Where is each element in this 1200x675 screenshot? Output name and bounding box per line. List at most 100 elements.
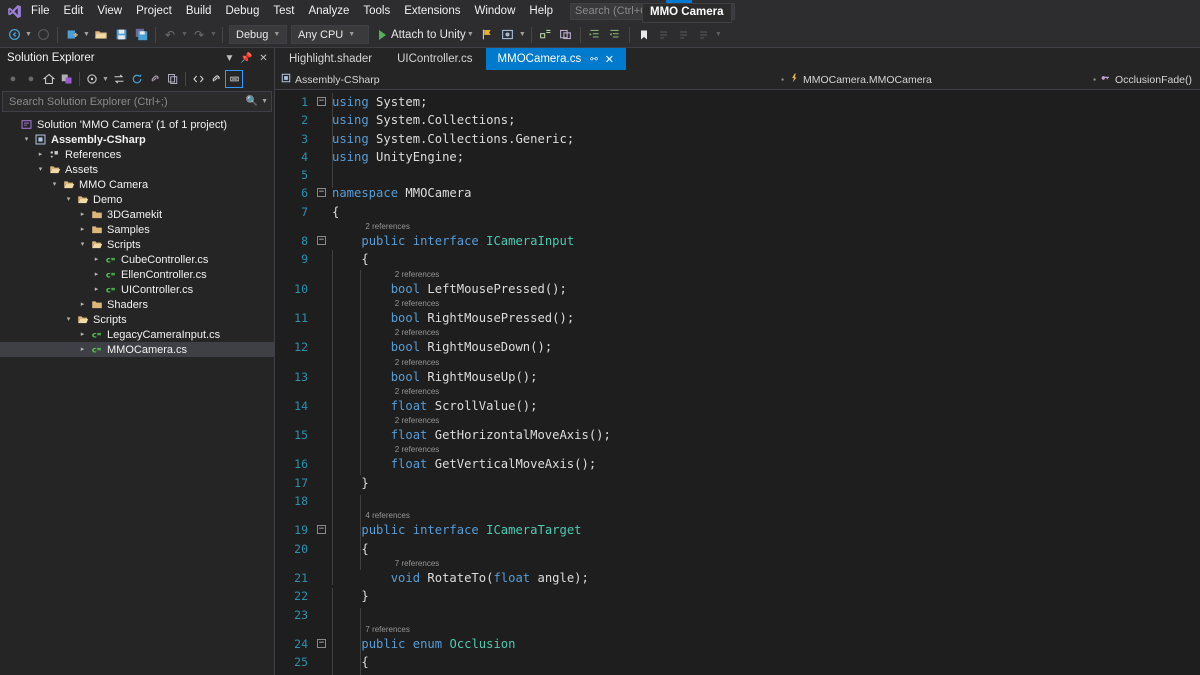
solution-search-box[interactable]: Search Solution Explorer (Ctrl+;) 🔍 ▼ [2,91,272,112]
close-icon[interactable]: ✕ [605,53,614,66]
codelens-reference[interactable]: 2 references [275,327,1200,338]
back-dropdown-caret-icon[interactable]: ▼ [24,31,33,38]
tree-item[interactable]: ▸ c EllenController.cs [0,267,274,282]
fold-toggle-icon[interactable]: − [313,635,330,653]
fold-toggle-icon[interactable]: − [313,184,330,202]
tree-item[interactable]: ▸ References [0,147,274,162]
code-line[interactable]: 21 void RotateTo(float angle); [275,569,1200,587]
navbar-type-dropdown[interactable]: ▪ MMOCamera.MMOCamera [683,70,1030,89]
chevron-right-icon[interactable]: ▸ [76,327,89,342]
indent-icon[interactable] [585,25,605,45]
refresh-icon[interactable] [128,70,146,88]
pin-icon[interactable]: 📌 [238,50,255,67]
build-configuration-combo[interactable]: Debug ▼ [229,25,287,44]
codelens-label[interactable]: 2 references [330,386,439,397]
codelens-reference[interactable]: 7 references [275,558,1200,569]
menu-item-build[interactable]: Build [179,1,219,21]
chevron-right-icon[interactable]: ▸ [76,207,89,222]
codelens-reference[interactable]: 4 references [275,510,1200,521]
navbar-project-dropdown[interactable]: Assembly-CSharp [275,70,683,89]
tree-item[interactable]: ▸ Samples [0,222,274,237]
properties-window-icon[interactable] [207,70,225,88]
code-line[interactable]: 3 using System.Collections.Generic; [275,130,1200,148]
panel-icon[interactable] [556,25,576,45]
fold-toggle-icon[interactable]: − [313,232,330,250]
attach-caret-icon[interactable]: ▼ [466,31,475,38]
tree-item[interactable]: ▾ MMO Camera [0,177,274,192]
tree-item-selected[interactable]: ▸ c MMOCamera.cs [0,342,274,357]
chevron-down-icon[interactable]: ▾ [62,312,75,327]
new-project-icon[interactable] [62,25,82,45]
tree-item[interactable]: ▸ c LegacyCameraInput.cs [0,327,274,342]
code-editor[interactable]: 1− using System; 2 using System.Collections… [275,90,1200,675]
solution-search-input[interactable]: Search Solution Explorer (Ctrl+;) [9,96,246,108]
outdent-icon[interactable] [605,25,625,45]
code-line[interactable]: 6− namespace MMOCamera [275,184,1200,202]
code-line[interactable]: 9 { [275,250,1200,268]
tree-item[interactable]: ▾ Demo [0,192,274,207]
pending-changes-icon[interactable] [58,70,76,88]
codelens-label[interactable]: 7 references [330,558,439,569]
attach-to-unity-button[interactable]: Attach to Unity ▼ [375,25,478,45]
chevron-down-icon[interactable]: ▾ [62,192,75,207]
menu-item-project[interactable]: Project [129,1,179,21]
chevron-right-icon[interactable]: ▸ [76,342,89,357]
code-line[interactable]: 18 [275,492,1200,510]
code-line[interactable]: 12 bool RightMouseDown(); [275,338,1200,356]
chevron-right-icon[interactable]: ▸ [90,252,103,267]
codelens-reference[interactable]: 2 references [275,269,1200,280]
codelens-label[interactable]: 7 references [330,624,409,635]
navbar-member-dropdown[interactable]: ▪ OcclusionFade() [1030,70,1200,89]
menu-item-tools[interactable]: Tools [356,1,397,21]
code-line[interactable]: 4 using UnityEngine; [275,148,1200,166]
navigate-back-icon[interactable] [4,25,24,45]
editor-tab[interactable]: Highlight.shader [277,48,385,70]
code-line[interactable]: 10 bool LeftMousePressed(); [275,280,1200,298]
code-line[interactable]: 16 float GetVerticalMoveAxis(); [275,455,1200,473]
new-project-caret-icon[interactable]: ▼ [82,31,91,38]
codelens-reference[interactable]: 2 references [275,357,1200,368]
toolbar-overflow-caret-icon[interactable]: ▼ [714,31,723,38]
tree-item[interactable]: ▸ c CubeController.cs [0,252,274,267]
codelens-reference[interactable]: 2 references [275,298,1200,309]
flag-icon[interactable] [478,25,498,45]
codelens-label[interactable]: 2 references [330,444,439,455]
code-line[interactable]: 23 [275,606,1200,624]
menu-item-analyze[interactable]: Analyze [301,1,356,21]
codelens-label[interactable]: 2 references [330,327,439,338]
codelens-reference[interactable]: 2 references [275,444,1200,455]
editor-tab-active[interactable]: MMOCamera.cs ⚯ ✕ [485,48,626,70]
codelens-label[interactable]: 2 references [330,298,439,309]
chevron-right-icon[interactable]: ▸ [90,282,103,297]
code-line[interactable]: 8− public interface ICameraInput [275,232,1200,250]
code-line[interactable]: 26 Tags, [275,671,1200,675]
menu-item-view[interactable]: View [90,1,129,21]
screenshot-icon[interactable] [498,25,518,45]
codelens-reference[interactable]: 2 references [275,386,1200,397]
tree-item[interactable]: ▾ Scripts [0,237,274,252]
code-line[interactable]: 24− public enum Occlusion [275,635,1200,653]
menu-item-debug[interactable]: Debug [218,1,266,21]
codelens-label[interactable]: 4 references [330,510,409,521]
properties-icon[interactable] [146,70,164,88]
code-line[interactable]: 19− public interface ICameraTarget [275,521,1200,539]
save-all-icon[interactable] [131,25,151,45]
editor-tab[interactable]: UIController.cs [385,48,485,70]
chevron-down-icon[interactable]: ▾ [20,132,33,147]
chevron-down-icon[interactable]: ▾ [48,177,61,192]
code-line[interactable]: 2 using System.Collections; [275,111,1200,129]
collapse-caret-icon[interactable]: ▼ [101,76,110,83]
tree-item[interactable]: ▸ c UIController.cs [0,282,274,297]
save-icon[interactable] [111,25,131,45]
tree-item[interactable]: ▸ 3DGamekit [0,207,274,222]
tree-item[interactable]: ▸ Shaders [0,297,274,312]
sync-icon[interactable] [110,70,128,88]
tree-item[interactable]: ▾ Assembly-CSharp [0,132,274,147]
tree-item[interactable]: ▾ Assets [0,162,274,177]
codelens-label[interactable]: 2 references [330,269,439,280]
chevron-right-icon[interactable]: ▸ [76,297,89,312]
tree-item[interactable]: ▾ Scripts [0,312,274,327]
chevron-down-icon[interactable]: ▾ [76,237,89,252]
open-folder-icon[interactable] [91,25,111,45]
code-line[interactable]: 7{ [275,203,1200,221]
